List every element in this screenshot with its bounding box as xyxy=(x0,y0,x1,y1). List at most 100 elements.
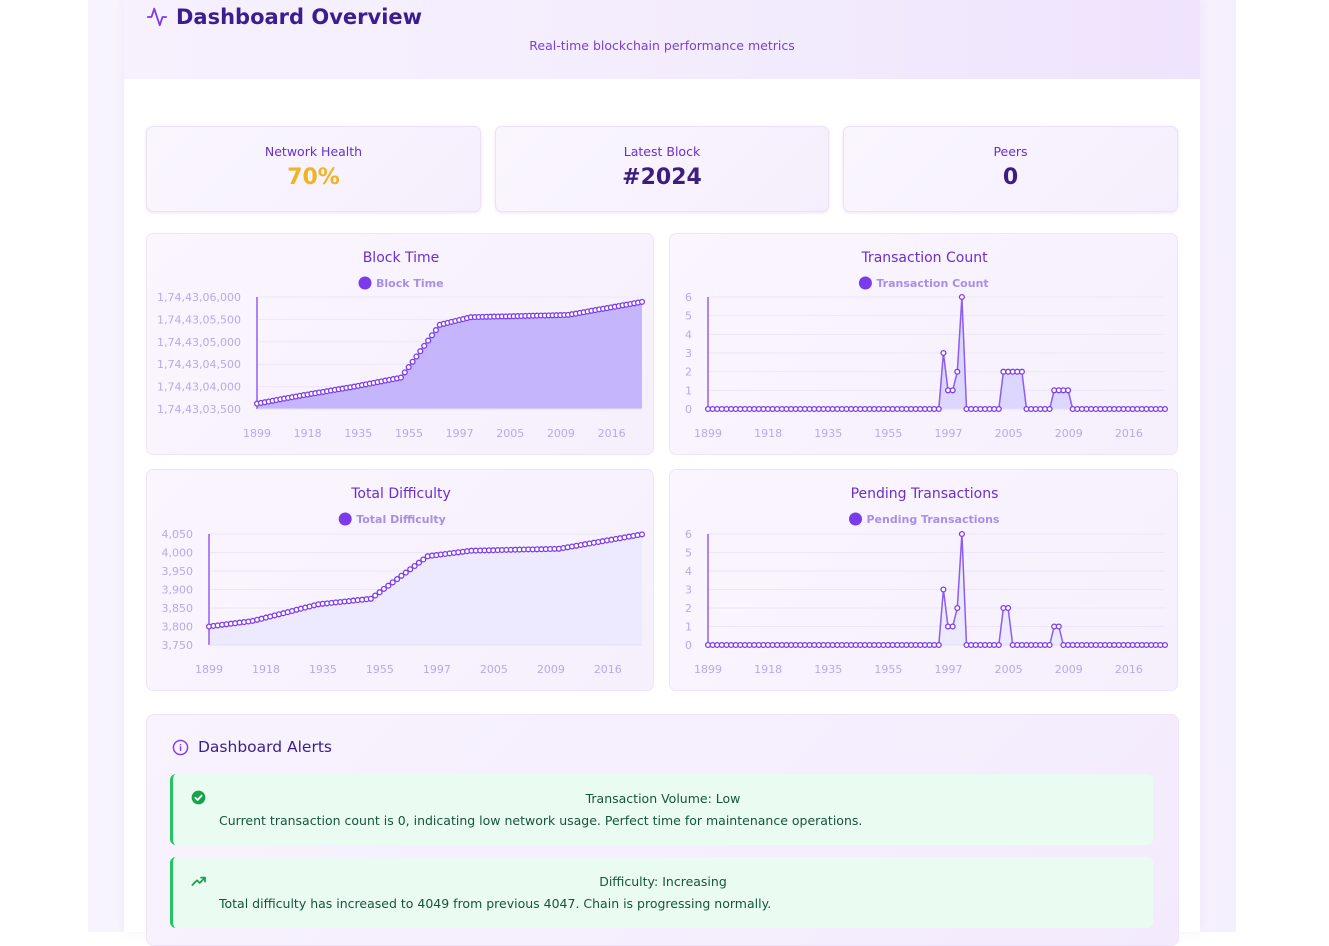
total-difficulty-chart: Total Difficulty Total Difficulty 3,750 3,8… xyxy=(162,486,646,676)
data-point xyxy=(940,586,947,593)
data-point xyxy=(1161,641,1169,649)
x-tick-label: 1955 xyxy=(395,427,423,440)
stat-label: Peers xyxy=(993,144,1028,159)
x-tick-label: 2005 xyxy=(995,663,1023,676)
chart-title: Block Time xyxy=(363,250,440,266)
data-point xyxy=(1055,623,1062,630)
data-point xyxy=(638,531,646,538)
data-point xyxy=(376,589,383,596)
data-point xyxy=(995,641,1002,649)
x-tick-label: 2005 xyxy=(496,427,524,440)
y-tick-label: 1,74,43,04,000 xyxy=(157,381,241,394)
data-point xyxy=(411,562,418,570)
x-tick-label: 1955 xyxy=(874,663,902,676)
alerts-title: Dashboard Alerts xyxy=(198,738,332,756)
chart-card-total-difficulty: Total Difficulty Total Difficulty 3,750 3,8… xyxy=(146,469,654,691)
y-tick-label: 4 xyxy=(685,565,692,578)
x-tick-label: 2005 xyxy=(995,427,1023,440)
data-point xyxy=(397,374,404,381)
y-tick-label: 3,800 xyxy=(162,621,194,634)
alert-item: Transaction Volume: Low Current transact… xyxy=(170,774,1153,845)
activity-icon xyxy=(146,7,168,27)
alert-message: Current transaction count is 0, indicati… xyxy=(219,813,863,828)
chart-card-block-time: Block Time Block Time 1,74,43,03,500 1,74,4… xyxy=(146,233,654,455)
alert-title: Difficulty: Increasing xyxy=(599,874,727,889)
data-point xyxy=(949,623,956,630)
pending-transactions-chart: Pending Transactions Pending Transactions… xyxy=(685,486,1169,676)
y-tick-label: 2 xyxy=(685,366,692,379)
data-point xyxy=(428,332,436,339)
alert-message: Total difficulty has increased to 4049 f… xyxy=(219,896,772,911)
data-point xyxy=(1046,641,1053,649)
x-tick-label: 1899 xyxy=(195,663,223,676)
x-tick-label: 1899 xyxy=(694,427,722,440)
chart-card-transaction-count: Transaction Count Transaction Count 0 1 2 3 4 5… xyxy=(669,233,1178,455)
data-point xyxy=(1005,604,1012,612)
data-point xyxy=(935,641,942,649)
y-tick-label: 3 xyxy=(685,347,692,360)
data-point xyxy=(638,298,646,305)
data-point xyxy=(954,604,961,612)
data-point xyxy=(1018,368,1025,375)
data-point xyxy=(432,327,439,334)
y-tick-label: 1,74,43,03,500 xyxy=(157,403,241,416)
data-point xyxy=(995,405,1002,413)
chart-title: Total Difficulty xyxy=(350,486,451,502)
transaction-count-chart: Transaction Count Transaction Count 0 1 2 3 4 5… xyxy=(685,250,1169,440)
data-point xyxy=(417,348,424,355)
data-point xyxy=(958,530,965,538)
legend-swatch xyxy=(358,276,372,290)
stat-card-network-health: Network Health 70% xyxy=(146,126,481,212)
x-tick-label: 1997 xyxy=(446,427,474,440)
info-icon xyxy=(172,739,189,755)
stat-card-peers: Peers 0 xyxy=(843,126,1178,212)
x-tick-label: 2009 xyxy=(1055,663,1083,676)
stat-card-latest-block: Latest Block #2024 xyxy=(495,126,829,212)
x-tick-label: 1997 xyxy=(935,663,963,676)
y-tick-label: 1,74,43,05,000 xyxy=(157,336,241,349)
y-tick-label: 5 xyxy=(685,310,692,323)
x-tick-label: 1918 xyxy=(252,663,280,676)
alert-item: Difficulty: Increasing Total difficulty … xyxy=(170,857,1153,928)
data-point xyxy=(415,559,422,566)
y-tick-label: 5 xyxy=(685,547,692,560)
y-tick-label: 3,900 xyxy=(162,584,194,597)
x-tick-label: 1935 xyxy=(344,427,372,440)
x-tick-label: 2009 xyxy=(537,663,565,676)
x-tick-label: 2009 xyxy=(1055,427,1083,440)
y-tick-label: 0 xyxy=(685,639,692,652)
y-tick-label: 4,000 xyxy=(162,547,194,560)
data-point xyxy=(954,368,961,375)
y-tick-label: 6 xyxy=(685,528,692,541)
y-tick-label: 1,74,43,05,500 xyxy=(157,313,241,326)
x-tick-label: 1955 xyxy=(874,427,902,440)
x-tick-label: 1935 xyxy=(814,663,842,676)
y-tick-label: 1,74,43,06,000 xyxy=(157,291,241,304)
data-point xyxy=(1161,405,1169,413)
alerts-title-wrap: Dashboard Alerts xyxy=(172,738,332,756)
legend-swatch xyxy=(338,512,352,526)
data-point xyxy=(402,569,409,576)
data-point xyxy=(394,576,401,583)
legend-label: Transaction Count xyxy=(876,277,988,290)
x-tick-label: 2009 xyxy=(547,427,575,440)
x-tick-label: 1955 xyxy=(366,663,394,676)
data-point xyxy=(401,369,408,376)
x-tick-label: 1935 xyxy=(309,663,337,676)
x-tick-label: 1918 xyxy=(754,427,782,440)
y-tick-label: 1,74,43,04,500 xyxy=(157,358,241,371)
data-point xyxy=(949,387,956,394)
stat-label: Network Health xyxy=(264,144,363,159)
x-tick-label: 2016 xyxy=(1115,663,1143,676)
y-tick-label: 3,950 xyxy=(162,565,194,578)
legend-label: Pending Transactions xyxy=(867,513,1000,526)
x-tick-label: 2016 xyxy=(594,663,622,676)
data-point xyxy=(367,595,374,602)
chart-title: Pending Transactions xyxy=(851,486,999,502)
y-tick-label: 6 xyxy=(685,291,692,304)
legend-swatch xyxy=(858,276,872,290)
y-tick-label: 1 xyxy=(685,384,692,397)
legend-label: Block Time xyxy=(376,277,444,290)
stat-value: #2024 xyxy=(622,165,702,190)
data-point xyxy=(1065,387,1072,394)
